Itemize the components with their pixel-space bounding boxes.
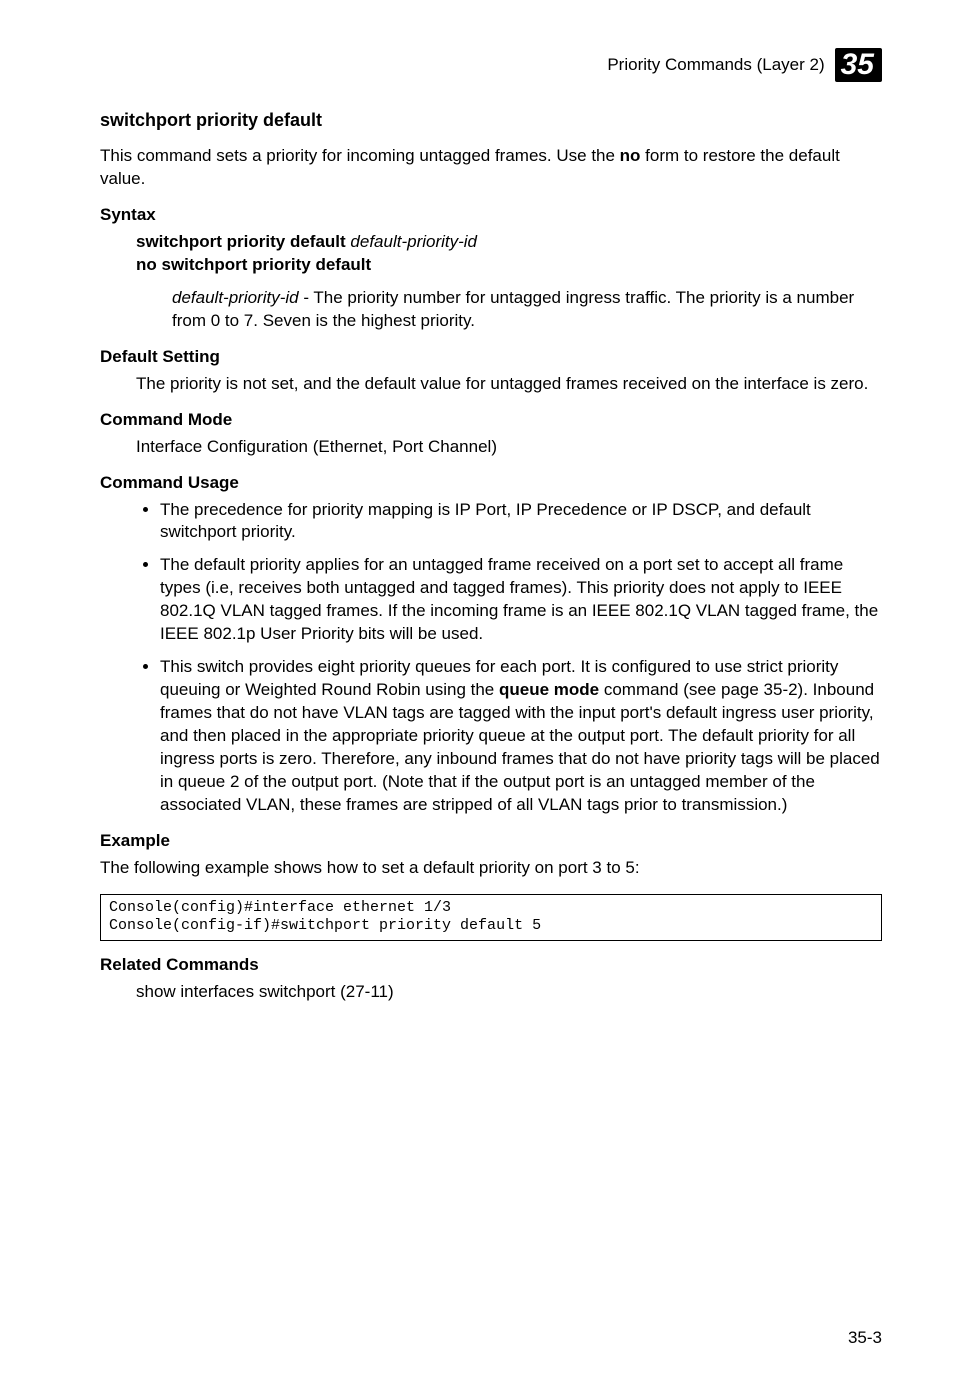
syntax-block: switchport priority default default-prio… xyxy=(136,231,882,333)
usage-bullet: The default priority applies for an unta… xyxy=(160,554,882,646)
example-code: Console(config)#interface ethernet 1/3 C… xyxy=(100,894,882,942)
page-number: 35-3 xyxy=(848,1328,882,1348)
usage-b3-suffix: command (see page 35-2). Inbound frames … xyxy=(160,680,880,814)
syntax-line2-cmd: no switchport priority default xyxy=(136,255,371,274)
command-usage-list: The precedence for priority mapping is I… xyxy=(136,499,882,817)
intro-bold: no xyxy=(620,146,641,165)
command-usage-head: Command Usage xyxy=(100,473,882,493)
chapter-number-badge: 35 xyxy=(835,48,882,82)
syntax-line1-arg: default-priority-id xyxy=(350,232,477,251)
default-setting-head: Default Setting xyxy=(100,347,882,367)
example-head: Example xyxy=(100,831,882,851)
arg-name: default-priority-id xyxy=(172,288,299,307)
command-mode-text: Interface Configuration (Ethernet, Port … xyxy=(136,436,882,459)
running-title: Priority Commands (Layer 2) xyxy=(607,55,824,75)
syntax-head: Syntax xyxy=(100,205,882,225)
related-text: show interfaces switchport (27-11) xyxy=(136,981,882,1004)
example-intro: The following example shows how to set a… xyxy=(100,857,882,880)
section-intro: This command sets a priority for incomin… xyxy=(100,145,882,191)
syntax-line1-cmd: switchport priority default xyxy=(136,232,350,251)
syntax-arg-desc: default-priority-id - The priority numbe… xyxy=(172,287,882,333)
usage-bullet: This switch provides eight priority queu… xyxy=(160,656,882,817)
related-head: Related Commands xyxy=(100,955,882,975)
section-title: switchport priority default xyxy=(100,110,882,131)
page-header: Priority Commands (Layer 2) 35 xyxy=(100,48,882,82)
default-setting-text: The priority is not set, and the default… xyxy=(136,373,882,396)
intro-prefix: This command sets a priority for incomin… xyxy=(100,146,620,165)
usage-b3-bold: queue mode xyxy=(499,680,599,699)
usage-bullet: The precedence for priority mapping is I… xyxy=(160,499,882,545)
command-mode-head: Command Mode xyxy=(100,410,882,430)
